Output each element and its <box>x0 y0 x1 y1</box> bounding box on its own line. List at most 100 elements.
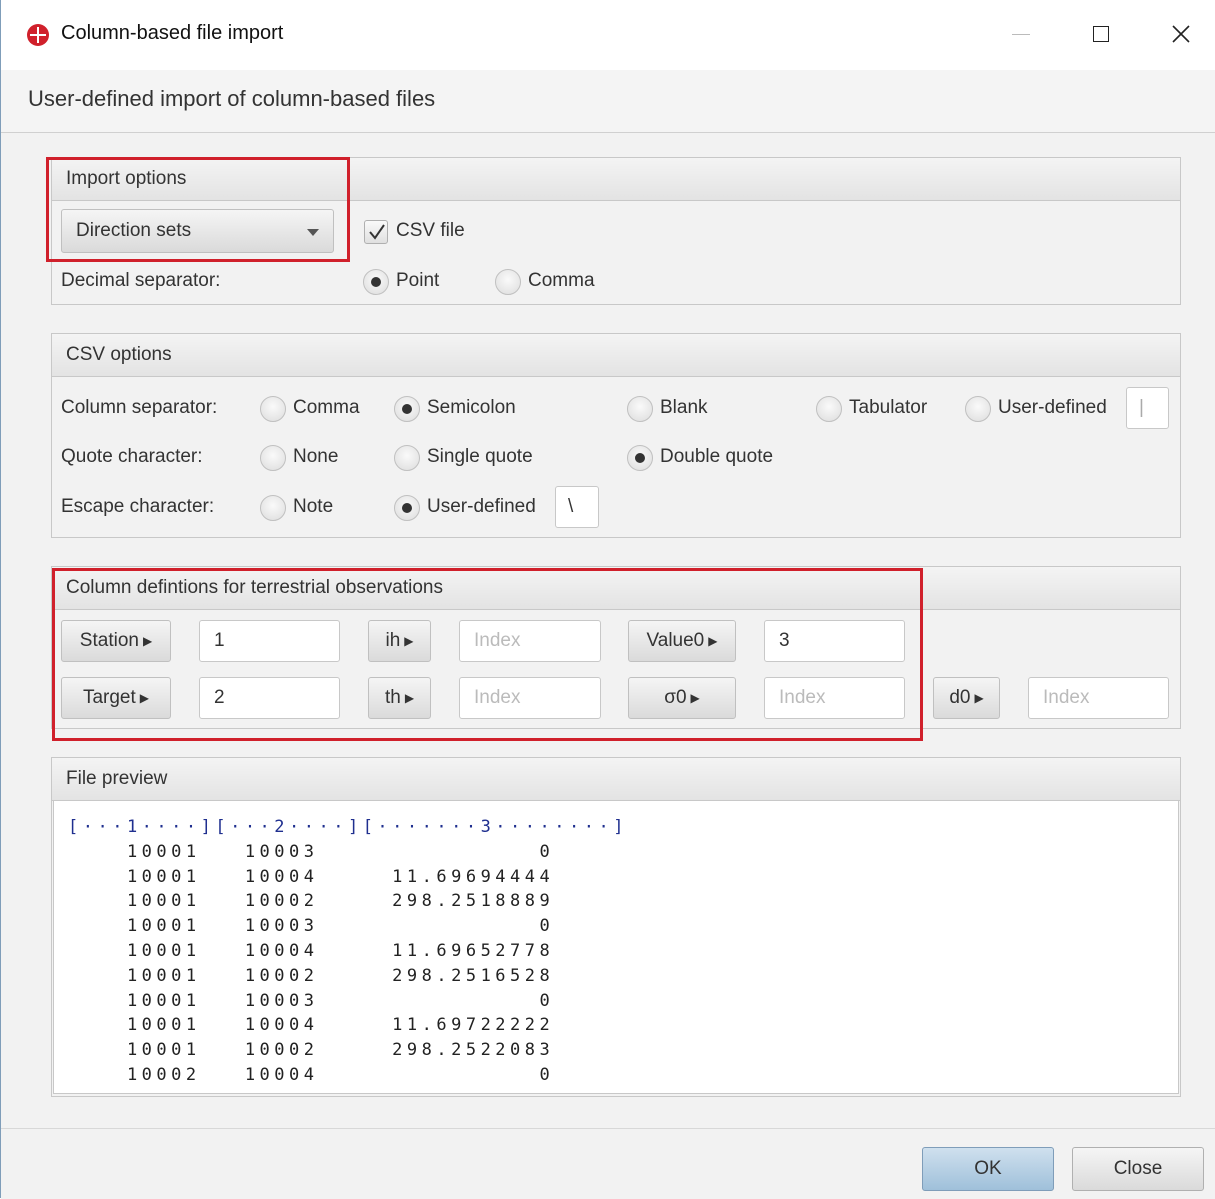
colsep-userdefined-label: User-defined <box>998 397 1107 418</box>
quote-double-radio[interactable] <box>627 445 653 471</box>
decimal-point-label: Point <box>396 270 440 291</box>
observation-type-select[interactable]: Direction sets <box>61 209 334 253</box>
file-preview-title: File preview <box>66 768 168 789</box>
station-button-label: Station <box>79 630 139 651</box>
escape-userdefined-input[interactable]: \ <box>555 486 599 528</box>
dialog-header-text: User-defined import of column-based file… <box>28 86 436 111</box>
ih-button-label: ih <box>385 630 401 651</box>
th-column-button[interactable]: th ▶ <box>368 677 431 719</box>
colsep-userdefined-input[interactable]: | <box>1126 387 1169 429</box>
station-column-button[interactable]: Station ▶ <box>61 620 171 662</box>
decimal-comma-label: Comma <box>528 270 595 291</box>
th-index-input[interactable]: Index <box>459 677 601 719</box>
value0-button-label: Value0 <box>646 630 705 651</box>
ih-index-input[interactable]: Index <box>459 620 601 662</box>
minimize-button[interactable] <box>998 14 1044 54</box>
dialog-header: User-defined import of column-based file… <box>1 70 1215 133</box>
colsep-blank-radio[interactable] <box>627 396 653 422</box>
decimal-point-radio[interactable] <box>363 269 389 295</box>
close-window-button[interactable] <box>1158 14 1204 54</box>
file-preview-header: File preview <box>52 758 1180 801</box>
target-index-input[interactable]: 2 <box>199 677 340 719</box>
preview-row: 10002 10004 0 <box>68 1064 555 1085</box>
colsep-blank-label: Blank <box>660 397 708 418</box>
arrow-right-icon: ▶ <box>708 634 718 648</box>
colsep-tabulator-label: Tabulator <box>849 397 928 418</box>
d0-index-input[interactable]: Index <box>1028 677 1169 719</box>
colsep-comma-label: Comma <box>293 397 360 418</box>
import-dialog: Column-based file import User-defined im… <box>0 0 1215 1199</box>
sigma0-column-button[interactable]: σ0 ▶ <box>628 677 736 719</box>
escape-character-label: Escape character: <box>61 496 215 517</box>
ih-column-button[interactable]: ih ▶ <box>368 620 431 662</box>
preview-row: 10001 10002 298.2516528 <box>126 965 555 986</box>
target-button-label: Target <box>82 687 136 708</box>
th-button-label: th <box>384 687 401 708</box>
colsep-userdefined-radio[interactable] <box>965 396 991 422</box>
sigma0-button-label: σ0 <box>664 687 687 708</box>
arrow-right-icon: ▶ <box>690 691 700 705</box>
ok-button[interactable]: OK <box>922 1147 1054 1191</box>
preview-rows: 10001 10003 0 10001 10004 11.69694444 10… <box>68 842 554 1085</box>
value0-column-button[interactable]: Value0 ▶ <box>628 620 736 662</box>
csv-file-checkbox[interactable] <box>364 220 388 244</box>
close-icon <box>1172 25 1190 43</box>
quote-none-radio[interactable] <box>260 445 286 471</box>
d0-button-label: d0 <box>949 687 971 708</box>
check-icon <box>369 224 385 240</box>
preview-row: 10001 10002 298.2518889 <box>126 891 555 912</box>
quote-single-label: Single quote <box>427 446 533 467</box>
preview-row: 10001 10003 0 <box>126 990 555 1011</box>
file-preview-content: [···1····][···2····][·······3········] 1… <box>68 815 628 1088</box>
csv-options-panel: CSV options <box>51 333 1181 538</box>
import-options-header: Import options <box>52 158 1180 201</box>
decimal-separator-label: Decimal separator: <box>61 270 221 291</box>
quote-none-label: None <box>293 446 339 467</box>
arrow-right-icon: ▶ <box>142 634 153 648</box>
value0-index-input[interactable]: 3 <box>764 620 905 662</box>
close-button[interactable]: Close <box>1072 1147 1204 1191</box>
column-definitions-header: Column defintions for terrestrial observ… <box>52 567 1180 610</box>
observation-type-value: Direction sets <box>76 220 192 241</box>
title-bar: Column-based file import <box>1 0 1215 70</box>
colsep-comma-radio[interactable] <box>260 396 286 422</box>
arrow-right-icon: ▶ <box>404 634 414 648</box>
colsep-tabulator-radio[interactable] <box>816 396 842 422</box>
arrow-right-icon: ▶ <box>404 691 415 705</box>
chevron-down-icon <box>307 229 319 236</box>
decimal-comma-radio[interactable] <box>495 269 521 295</box>
minimize-icon <box>1012 33 1030 35</box>
preview-row: 10001 10004 11.69722222 <box>126 1015 555 1036</box>
preview-row: 10001 10003 0 <box>126 916 555 937</box>
escape-userdefined-label: User-defined <box>427 496 536 517</box>
column-definitions-title: Column defintions for terrestrial observ… <box>66 577 444 598</box>
preview-row: 10001 10004 11.69694444 <box>126 866 555 887</box>
preview-row: 10001 10004 11.69652778 <box>126 940 555 961</box>
preview-row: 10001 10002 298.2522083 <box>126 1040 555 1061</box>
escape-userdefined-radio[interactable] <box>394 495 420 521</box>
import-options-title: Import options <box>66 168 187 189</box>
d0-column-button[interactable]: d0 ▶ <box>933 677 1000 719</box>
colsep-semicolon-label: Semicolon <box>427 397 516 418</box>
quote-character-label: Quote character: <box>61 446 203 467</box>
escape-note-radio[interactable] <box>260 495 286 521</box>
app-icon <box>27 24 49 46</box>
window-title: Column-based file import <box>61 22 284 44</box>
colsep-semicolon-radio[interactable] <box>394 396 420 422</box>
quote-single-radio[interactable] <box>394 445 420 471</box>
csv-options-header: CSV options <box>52 334 1180 377</box>
arrow-right-icon: ▶ <box>139 691 150 705</box>
column-separator-label: Column separator: <box>61 397 218 418</box>
file-preview-area[interactable]: [···1····][···2····][·······3········] 1… <box>53 800 1179 1094</box>
sigma0-index-input[interactable]: Index <box>764 677 905 719</box>
target-column-button[interactable]: Target ▶ <box>61 677 171 719</box>
maximize-icon <box>1093 26 1109 42</box>
preview-column-ruler: [···1····][···2····][·······3········] <box>68 817 628 837</box>
maximize-button[interactable] <box>1078 14 1124 54</box>
arrow-right-icon: ▶ <box>974 691 984 705</box>
preview-row: 10001 10003 0 <box>126 841 555 862</box>
csv-file-label: CSV file <box>396 220 465 241</box>
station-index-input[interactable]: 1 <box>199 620 340 662</box>
quote-double-label: Double quote <box>660 446 774 467</box>
csv-options-title: CSV options <box>66 344 172 365</box>
